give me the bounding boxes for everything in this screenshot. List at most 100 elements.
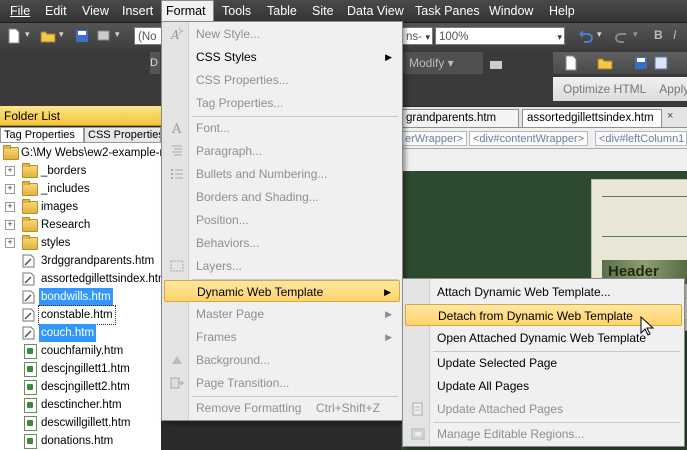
italic-icon[interactable]: I — [673, 28, 676, 42]
font-combo[interactable]: ns- ▾ — [402, 27, 433, 45]
menu-item-manage-editable-regions[interactable]: Manage Editable Regions... — [405, 423, 682, 445]
menu-format[interactable]: Format — [161, 0, 214, 23]
menu-item-master-page[interactable]: Master Page ▶ — [164, 303, 400, 325]
redo-dropdown-icon[interactable]: ▾ — [633, 29, 638, 40]
crumb-content-wrapper[interactable]: <div#contentWrapper> — [469, 131, 589, 146]
menu-edit[interactable]: Edit — [41, 0, 71, 22]
expand-icon[interactable]: + — [5, 202, 15, 212]
expand-icon[interactable]: + — [5, 220, 15, 230]
submenu-arrow-icon: ▶ — [385, 52, 392, 62]
quick-tag-selector: erWrapper> <div#contentWrapper> <div#lef… — [401, 128, 687, 149]
save-icon-2[interactable] — [633, 55, 649, 71]
new-dropdown-icon[interactable]: ▾ — [25, 29, 30, 40]
expand-icon[interactable]: + — [5, 184, 15, 194]
tree-root[interactable]: G:\My Webs\ew2-example-m — [0, 144, 161, 162]
menu-item-behaviors[interactable]: Behaviors... — [164, 232, 400, 254]
menu-insert[interactable]: Insert — [118, 0, 157, 22]
tree-file[interactable]: 3rdggrandparents.htm — [0, 252, 161, 270]
bullets-icon — [171, 169, 183, 179]
menu-item-css-properties[interactable]: CSS Properties... — [164, 69, 400, 91]
tab-assortedgillettsindex[interactable]: assortedgillettsindex.htm — [522, 109, 662, 127]
folder-icon — [22, 181, 38, 196]
save-icon[interactable] — [74, 28, 90, 44]
menu-table[interactable]: Table — [263, 0, 301, 22]
modify-button[interactable]: Modify ▾ — [403, 52, 483, 74]
tree-folder[interactable]: + Research — [0, 216, 161, 234]
tree-file-focused[interactable]: constable.htm — [0, 305, 161, 325]
crumb-wrapper[interactable]: erWrapper> — [401, 131, 468, 146]
menu-item-font[interactable]: A Font... — [164, 117, 400, 139]
tree-file[interactable]: descwillgillett.htm — [0, 414, 161, 432]
tree-folder[interactable]: + styles — [0, 234, 161, 252]
svg-text:A: A — [170, 28, 180, 42]
document-tabs: grandparents.htm assortedgillettsindex.h… — [401, 107, 687, 128]
expand-icon[interactable]: + — [5, 238, 15, 248]
divider — [602, 236, 687, 237]
open-folder-icon[interactable] — [40, 28, 56, 44]
tree-file[interactable]: descjngillett1.htm — [0, 360, 161, 378]
tree-file-selected[interactable]: couch.htm — [0, 324, 161, 342]
publish-icon[interactable] — [96, 28, 112, 44]
menu-item-update-all[interactable]: Update All Pages — [405, 375, 682, 397]
menu-item-paragraph[interactable]: Paragraph... — [164, 140, 400, 162]
menu-item-borders-shading[interactable]: Borders and Shading... — [164, 186, 400, 208]
menu-item-css-styles[interactable]: CSS Styles ▶ — [164, 46, 400, 68]
menu-item-position[interactable]: Position... — [164, 209, 400, 231]
apply-button[interactable]: Apply — [659, 82, 687, 96]
tree-file[interactable]: desctincher.htm — [0, 396, 161, 414]
undo-dropdown-icon[interactable]: ▾ — [597, 29, 602, 40]
folder-icon — [22, 199, 38, 214]
tab-tag-properties[interactable]: Tag Properties — [0, 127, 84, 142]
menu-help[interactable]: Help — [545, 0, 579, 22]
new-page-icon[interactable] — [6, 28, 22, 44]
style-tool-icon[interactable] — [488, 55, 504, 71]
menu-item-new-style[interactable]: A New Style... — [164, 23, 400, 45]
tree-file[interactable]: couchfamily.htm — [0, 342, 161, 360]
crumb-left-column[interactable]: <div#leftColumn1 — [595, 131, 687, 146]
menu-item-dynamic-web-template[interactable]: Dynamic Web Template ▶ — [164, 280, 400, 302]
menu-item-frames[interactable]: Frames ▶ — [164, 326, 400, 348]
menu-tools[interactable]: Tools — [218, 0, 255, 22]
menu-file[interactable]: File — [6, 0, 34, 22]
menu-view[interactable]: View — [78, 0, 113, 22]
close-tab-icon[interactable]: × — [667, 110, 673, 122]
menu-item-layers[interactable]: Layers... — [164, 255, 400, 277]
bold-icon[interactable]: B — [654, 28, 663, 42]
undo-icon[interactable] — [578, 28, 594, 44]
zoom-combo[interactable]: 100% ▾ — [435, 27, 565, 45]
tree-file[interactable]: descjngillett2.htm — [0, 378, 161, 396]
publish-dropdown-icon[interactable]: ▾ — [115, 29, 120, 40]
menu-item-bullets[interactable]: Bullets and Numbering... — [164, 163, 400, 185]
expand-icon[interactable]: + — [5, 166, 15, 176]
menu-item-page-transition[interactable]: Page Transition... — [164, 372, 400, 394]
tree-file[interactable]: assortedgillettsindex.htm — [0, 270, 161, 288]
menu-item-update-selected[interactable]: Update Selected Page — [405, 352, 682, 374]
style-combo[interactable]: (No — [134, 27, 162, 45]
tree-file[interactable]: donations.htm — [0, 432, 161, 450]
menu-item-tag-properties[interactable]: Tag Properties... — [164, 92, 400, 114]
optimize-html-button[interactable]: Optimize HTML — [563, 82, 646, 96]
menu-data-view[interactable]: Data View — [343, 0, 408, 22]
tree-file-selected[interactable]: bondwills.htm — [0, 288, 161, 306]
menu-window[interactable]: Window — [485, 0, 537, 22]
redo-icon[interactable] — [614, 28, 630, 44]
menu-item-update-attached[interactable]: Update Attached Pages — [405, 398, 682, 420]
tree-folder[interactable]: + _includes — [0, 180, 161, 198]
menu-item-attach-dwt[interactable]: Attach Dynamic Web Template... — [405, 281, 682, 303]
menu-task-panes[interactable]: Task Panes — [411, 0, 484, 22]
new-page-icon-2[interactable] — [563, 55, 579, 71]
panel-tabs: Tag Properties CSS Properties — [0, 127, 161, 143]
menu-site[interactable]: Site — [308, 0, 338, 22]
open-folder-icon-2[interactable] — [597, 55, 613, 71]
grid-icon[interactable] — [653, 55, 669, 71]
tree-folder[interactable]: + _borders — [0, 162, 161, 180]
tab-css-properties[interactable]: CSS Properties — [84, 127, 161, 142]
svg-text:A: A — [171, 122, 182, 136]
menu-item-remove-formatting[interactable]: Remove Formatting Ctrl+Shift+Z — [164, 397, 400, 419]
open-dropdown-icon[interactable]: ▾ — [59, 29, 64, 40]
template-file-icon — [22, 326, 35, 340]
tab-grandparents[interactable]: grandparents.htm — [401, 109, 519, 127]
menu-item-background[interactable]: Background... — [164, 349, 400, 371]
tree-folder[interactable]: + images — [0, 198, 161, 216]
background-icon — [172, 356, 182, 364]
